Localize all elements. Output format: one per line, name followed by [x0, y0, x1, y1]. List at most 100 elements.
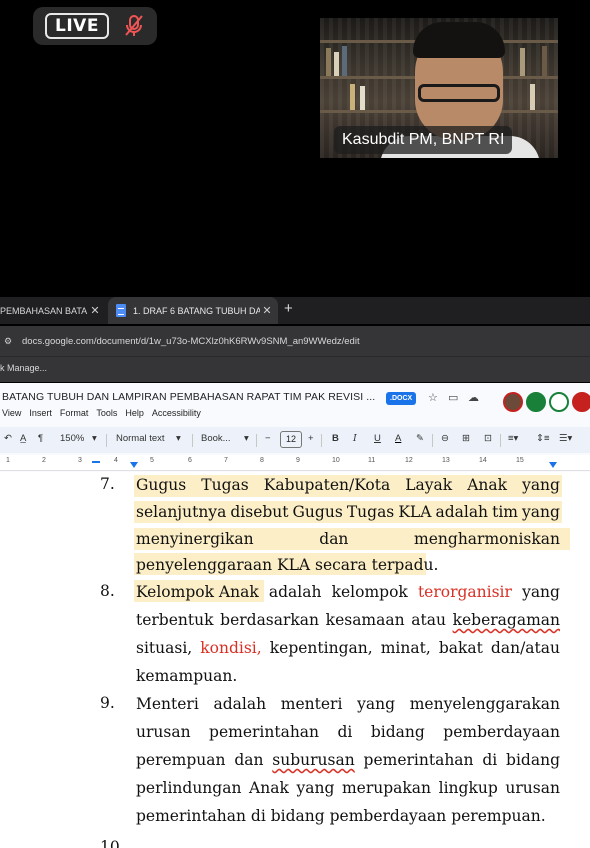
word: Kelompok Anak — [136, 583, 259, 601]
toolbar-divider — [500, 434, 501, 447]
highlight-icon[interactable]: ✎ — [416, 433, 424, 444]
avatar[interactable] — [549, 392, 569, 412]
word: yang — [357, 695, 396, 713]
paragraph-line: urusan pemerintahan di bidang pemberdaya… — [136, 721, 560, 743]
ruler[interactable]: 1 2 3 4 5 6 7 8 9 10 11 12 13 14 15 — [0, 455, 590, 471]
paragraph-line: pemerintahan di bidang pemberdayaan pere… — [136, 807, 546, 825]
increase-font-button[interactable]: + — [308, 433, 314, 444]
list-number: 8. — [100, 582, 115, 600]
close-icon[interactable]: ✕ — [88, 304, 102, 317]
document-title[interactable]: BATANG TUBUH DAN LAMPIRAN PEMBAHASAN RAP… — [2, 391, 375, 403]
align-icon[interactable]: ≡▾ — [508, 433, 518, 444]
edited-word: kondisi, — [200, 639, 262, 657]
checklist-icon[interactable]: ☰▾ — [559, 433, 572, 444]
bookmarks-bar: k Manage... — [0, 356, 590, 382]
link-icon[interactable]: ⊖ — [441, 433, 449, 444]
word: yang — [522, 583, 560, 601]
address-bar[interactable]: ⚙ docs.google.com/document/d/1w_u73o-MCX… — [0, 326, 590, 356]
avatar[interactable] — [526, 392, 546, 412]
paragraph-line: perempuan dan suburusan pemerintahan di … — [136, 749, 560, 771]
close-icon[interactable]: ✕ — [260, 304, 274, 317]
avatar[interactable] — [503, 392, 523, 412]
word: perempuan — [136, 751, 226, 769]
word: Tugas — [346, 503, 395, 521]
url-text[interactable]: docs.google.com/document/d/1w_u73o-MCXlz… — [22, 336, 360, 347]
menu-view[interactable]: View — [2, 408, 21, 418]
font-size-input[interactable]: 12 — [280, 431, 302, 448]
word: Tugas — [201, 476, 249, 494]
chevron-down-icon[interactable]: ▾ — [92, 433, 97, 444]
left-indent-marker[interactable] — [130, 462, 138, 468]
word: kelompok — [331, 583, 408, 601]
undo-icon[interactable]: ↶ — [4, 433, 12, 444]
word: yang — [522, 476, 560, 494]
mic-muted-icon[interactable] — [119, 12, 149, 40]
comment-icon[interactable]: ⊞ — [462, 433, 470, 444]
document-page[interactable]: 7. Gugus Tugas Kabupaten/Kota Layak Anak… — [0, 472, 590, 848]
menu-insert[interactable]: Insert — [29, 408, 52, 418]
bookmark-item[interactable]: k Manage... — [0, 363, 47, 373]
chevron-down-icon[interactable]: ▾ — [176, 433, 181, 444]
new-tab-button[interactable]: + — [284, 300, 293, 317]
word: adalah — [435, 503, 489, 521]
tab-pembahasan[interactable]: PEMBAHASAN BATA ✕ — [0, 297, 106, 324]
paragraph-line: kemampuan. — [136, 667, 238, 685]
word: adalah — [268, 583, 322, 601]
menu-tools[interactable]: Tools — [96, 408, 117, 418]
decrease-font-button[interactable]: − — [265, 433, 271, 444]
font-select[interactable]: Book... — [201, 433, 231, 444]
toolbar-divider — [321, 434, 322, 447]
toolbar-divider — [192, 434, 193, 447]
word: di — [337, 723, 353, 741]
tab-title: 1. DRAF 6 BATANG TUBUH DAN — [133, 305, 260, 316]
right-indent-marker[interactable] — [549, 462, 557, 468]
browser-tab-bar: PEMBAHASAN BATA ✕ 1. DRAF 6 BATANG TUBUH… — [0, 297, 590, 324]
list-number: 10 — [100, 838, 120, 848]
paragraph-line: Kelompok Anak adalah kelompok terorganis… — [136, 581, 560, 603]
word: kesamaan — [325, 611, 405, 629]
chevron-down-icon[interactable]: ▾ — [244, 433, 249, 444]
cloud-status-icon[interactable]: ☁ — [468, 391, 479, 404]
toolbar-divider — [106, 434, 107, 447]
ruler-number: 11 — [368, 457, 376, 464]
tab-draf-6[interactable]: 1. DRAF 6 BATANG TUBUH DAN ✕ — [108, 297, 278, 324]
ruler-number: 15 — [516, 457, 524, 464]
spellcheck-icon[interactable]: A̲ — [20, 433, 26, 444]
menu-format[interactable]: Format — [60, 408, 89, 418]
word: urusan — [136, 723, 191, 741]
word: perlindungan — [136, 779, 242, 797]
paint-format-icon[interactable]: ¶ — [38, 433, 43, 444]
word: mengharmoniskan — [414, 530, 560, 548]
screen: LIVE Kasubdit PM, BNPT RI PEMBAHASAN BAT… — [0, 0, 590, 848]
paragraph-line: Gugus Tugas Kabupaten/Kota Layak Anak ya… — [136, 474, 560, 496]
word: di — [482, 751, 498, 769]
formatting-toolbar: ↶ A̲ ¶ 150% ▾ Normal text ▾ Book... ▾ − … — [0, 427, 590, 453]
word: yang — [296, 779, 335, 797]
line-spacing-icon[interactable]: ⇕≡ — [536, 433, 550, 444]
menu-help[interactable]: Help — [125, 408, 144, 418]
first-line-indent-marker[interactable] — [92, 461, 100, 463]
word: terbentuk — [136, 611, 214, 629]
site-settings-icon[interactable]: ⚙ — [4, 336, 16, 347]
text-color-button[interactable]: A — [395, 433, 401, 444]
menu-accessibility[interactable]: Accessibility — [152, 408, 201, 418]
avatar[interactable] — [572, 392, 590, 412]
zoom-select[interactable]: 150% — [60, 433, 84, 444]
word: bidang — [506, 751, 560, 769]
style-select[interactable]: Normal text — [116, 433, 165, 444]
word: merupakan — [341, 779, 432, 797]
word: dan — [234, 751, 264, 769]
underline-button[interactable]: U — [374, 433, 381, 444]
move-folder-icon[interactable]: ▭ — [448, 391, 458, 404]
live-controls: LIVE — [33, 7, 157, 45]
ruler-number: 6 — [188, 457, 192, 464]
ruler-number: 8 — [260, 457, 264, 464]
star-icon[interactable]: ☆ — [428, 391, 438, 404]
bold-button[interactable]: B — [332, 433, 339, 444]
word: pemerintahan — [363, 751, 474, 769]
image-icon[interactable]: ⊡ — [484, 433, 492, 444]
italic-button[interactable]: I — [353, 433, 357, 444]
paragraph-line: terbentuk berdasarkan kesamaan atau kebe… — [136, 609, 560, 631]
collaborator-avatars — [503, 392, 590, 412]
participant-name-label: Kasubdit PM, BNPT RI — [334, 126, 513, 154]
